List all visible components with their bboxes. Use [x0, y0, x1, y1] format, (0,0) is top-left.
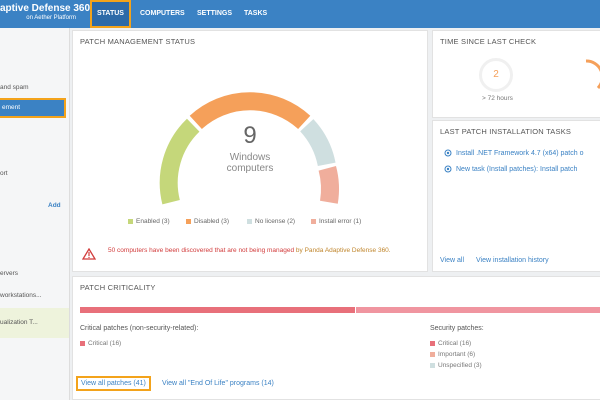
time-since-last-check-caption: > 72 hours — [482, 95, 513, 102]
view-eol-programs-link[interactable]: View all "End Of Life" programs (14) — [162, 380, 274, 387]
brand-title: aptive Defense 360 — [0, 3, 91, 14]
warning-text: 50 computers have been discovered that a… — [108, 247, 295, 254]
legend-swatch-important — [430, 351, 435, 357]
legend-swatch-enabled — [128, 218, 133, 224]
legend-swatch-no-license — [247, 218, 252, 224]
critical-patches-title: Critical patches (non-security-related): — [80, 325, 199, 332]
legend-disabled[interactable]: Disabled (3) — [186, 218, 229, 225]
patch-management-status-title: PATCH MANAGEMENT STATUS — [80, 37, 196, 46]
legend-swatch-unspecified — [430, 362, 435, 368]
criticality-bar-security — [356, 307, 600, 313]
time-since-last-check-gauge: 2 — [479, 58, 513, 92]
sidebar-item-servers[interactable]: ervers — [0, 270, 18, 277]
legend-enabled[interactable]: Enabled (3) — [128, 218, 170, 225]
unmanaged-computers-warning: 50 computers have been discovered that a… — [108, 246, 438, 256]
patch-criticality-card — [72, 276, 600, 400]
legend-no-license[interactable]: No license (2) — [247, 218, 295, 225]
gauge-segment-disabled — [189, 92, 311, 130]
view-installation-history-link[interactable]: View installation history — [476, 257, 549, 264]
brand-subtitle: on Aether Platform — [26, 15, 76, 21]
sidebar: and spam ement ort Add ervers workstatio… — [0, 28, 70, 400]
time-since-last-check-title: TIME SINCE LAST CHECK — [440, 37, 537, 46]
patch-criticality-title: PATCH CRITICALITY — [80, 283, 156, 292]
sidebar-item-virtualization[interactable]: ualization T... — [0, 308, 69, 338]
task-item-1[interactable]: New task (Install patches): Install patc… — [456, 166, 577, 173]
gauge-label-line1: Windows — [229, 152, 271, 163]
security-patches-title: Security patches: — [430, 325, 484, 332]
brand: aptive Defense 360 on Aether Platform — [0, 3, 91, 21]
sidebar-item-workstations[interactable]: workstations... — [0, 292, 42, 299]
security-item-important: Important (6) — [430, 351, 475, 358]
tab-status[interactable]: STATUS — [90, 0, 131, 28]
view-all-patches-link[interactable]: View all patches (41) — [76, 376, 151, 391]
legend-swatch-critical — [430, 340, 435, 346]
sidebar-item-report[interactable]: ort — [0, 170, 8, 177]
tab-tasks[interactable]: TASKS — [244, 0, 267, 28]
warning-icon — [82, 248, 96, 260]
task-status-icon — [444, 149, 452, 157]
criticality-bar-critical — [80, 307, 355, 313]
gauge-count: 9 — [243, 122, 257, 149]
legend-swatch-critical — [80, 340, 85, 346]
task-item-0[interactable]: Install .NET Framework 4.7 (x64) patch o — [456, 150, 583, 157]
legend-install-error[interactable]: Install error (1) — [311, 218, 361, 225]
legend-swatch-install-error — [311, 218, 316, 224]
sidebar-item-antispam[interactable]: and spam — [0, 84, 29, 91]
gauge-label-line2: computers — [226, 163, 274, 174]
security-item-unspecified: Unspecified (3) — [430, 362, 482, 369]
security-item-critical: Critical (16) — [430, 340, 471, 347]
task-status-icon — [444, 165, 452, 173]
critical-item-critical: Critical (16) — [80, 340, 121, 347]
legend-swatch-disabled — [186, 218, 191, 224]
last-patch-tasks-title: LAST PATCH INSTALLATION TASKS — [440, 127, 572, 136]
view-all-tasks-link[interactable]: View all — [440, 257, 464, 264]
sidebar-add-link[interactable]: Add — [48, 202, 61, 209]
top-navigation-bar: aptive Defense 360 on Aether Platform ST… — [0, 0, 600, 28]
tab-computers[interactable]: COMPUTERS — [140, 0, 185, 28]
next-gauge-partial — [585, 59, 600, 90]
sidebar-item-patch-management[interactable]: ement — [0, 98, 66, 118]
last-patch-tasks-card — [432, 120, 600, 272]
warning-link[interactable]: by Panda Adaptive Defense 360. — [296, 247, 391, 254]
tab-settings[interactable]: SETTINGS — [197, 0, 232, 28]
